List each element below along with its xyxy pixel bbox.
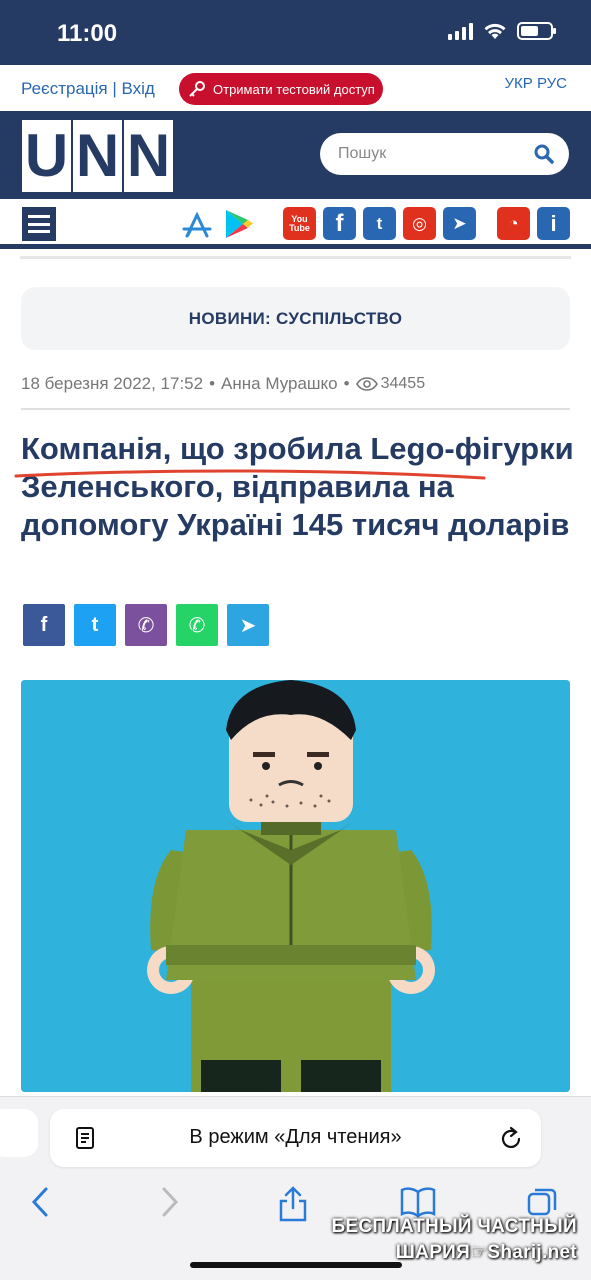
- previous-tab-preview[interactable]: [0, 1109, 38, 1157]
- instagram-icon[interactable]: ◎: [403, 207, 436, 240]
- watermark-line1: БЕСПЛАТНЫЙ ЧАСТНЫЙ: [331, 1216, 577, 1237]
- clock: 11:00: [57, 20, 118, 47]
- top-bar: Реєстрація | Вхід Отримати тестовий дост…: [0, 65, 591, 111]
- share-icon[interactable]: [278, 1186, 308, 1222]
- telegram-icon[interactable]: ➤: [443, 207, 476, 240]
- watermark-line2: ШАРИЯ☞Sharij.net: [395, 1242, 577, 1263]
- share-whatsapp-button[interactable]: ✆: [176, 604, 218, 646]
- app-store-icon[interactable]: [180, 207, 214, 241]
- share-twitter-button[interactable]: t: [74, 604, 116, 646]
- eye-icon: [355, 377, 378, 391]
- category-badge[interactable]: НОВИНИ: СУСПІЛЬСТВО: [21, 287, 570, 350]
- red-underline-mark: [14, 469, 486, 480]
- divider: [21, 408, 570, 410]
- divider: [20, 256, 571, 259]
- back-icon[interactable]: [30, 1186, 50, 1218]
- trial-access-button[interactable]: Отримати тестовий доступ: [179, 73, 383, 105]
- status-icons: [448, 22, 556, 40]
- search-placeholder: Пошук: [338, 145, 387, 162]
- menu-icon[interactable]: [22, 207, 56, 241]
- publish-date: 18 березня 2022, 17:52: [21, 374, 204, 393]
- share-viber-button[interactable]: ✆: [125, 604, 167, 646]
- reader-mode-label: В режим «Для чтения»: [189, 1126, 402, 1148]
- article-photo[interactable]: [21, 680, 570, 1092]
- language-switcher[interactable]: УКР РУС: [505, 75, 567, 92]
- meta-bullet: •: [343, 374, 350, 393]
- key-icon: [189, 81, 205, 97]
- view-count-value: 34455: [380, 375, 426, 392]
- battery-icon: [517, 22, 556, 40]
- signal-icon: [448, 22, 473, 40]
- forward-icon[interactable]: [160, 1186, 180, 1218]
- status-bar: 11:00: [0, 0, 591, 65]
- logo-letter: N: [73, 120, 122, 192]
- google-play-icon[interactable]: [222, 207, 256, 241]
- rss-icon[interactable]: ◔: [497, 207, 530, 240]
- info-icon[interactable]: i: [537, 207, 570, 240]
- twitter-icon[interactable]: t: [363, 207, 396, 240]
- author-link[interactable]: Анна Мурашко: [221, 374, 338, 394]
- search-icon[interactable]: [533, 143, 555, 165]
- register-login-link[interactable]: Реєстрація | Вхід: [21, 79, 155, 99]
- nav-bar: You Tube f t ◎ ➤ ◔ i: [0, 199, 591, 249]
- site-header: U N N Пошук: [0, 111, 591, 199]
- trial-access-label: Отримати тестовий доступ: [213, 81, 375, 97]
- share-telegram-button[interactable]: ➤: [227, 604, 269, 646]
- lego-figure-image: [21, 680, 570, 1092]
- view-count: 34455: [355, 375, 426, 393]
- youtube-icon[interactable]: You Tube: [283, 207, 316, 240]
- meta-bullet: •: [209, 374, 216, 393]
- watermark: БЕСПЛАТНЫЙ ЧАСТНЫЙ ШАРИЯ☞Sharij.net: [331, 1214, 577, 1266]
- address-bar[interactable]: В режим «Для чтения»: [50, 1109, 541, 1167]
- logo-letter: N: [124, 120, 173, 192]
- reload-icon[interactable]: [499, 1125, 523, 1151]
- logo-letter: U: [22, 120, 71, 192]
- facebook-icon[interactable]: f: [323, 207, 356, 240]
- wifi-icon: [484, 23, 506, 39]
- search-input[interactable]: Пошук: [320, 133, 569, 175]
- article-meta: 18 березня 2022, 17:52 • Анна Мурашко • …: [21, 374, 425, 394]
- article-headline: Компанія, що зробила Lego-фігурки Зеленс…: [21, 431, 574, 542]
- share-facebook-button[interactable]: f: [23, 604, 65, 646]
- unn-logo[interactable]: U N N: [22, 120, 173, 192]
